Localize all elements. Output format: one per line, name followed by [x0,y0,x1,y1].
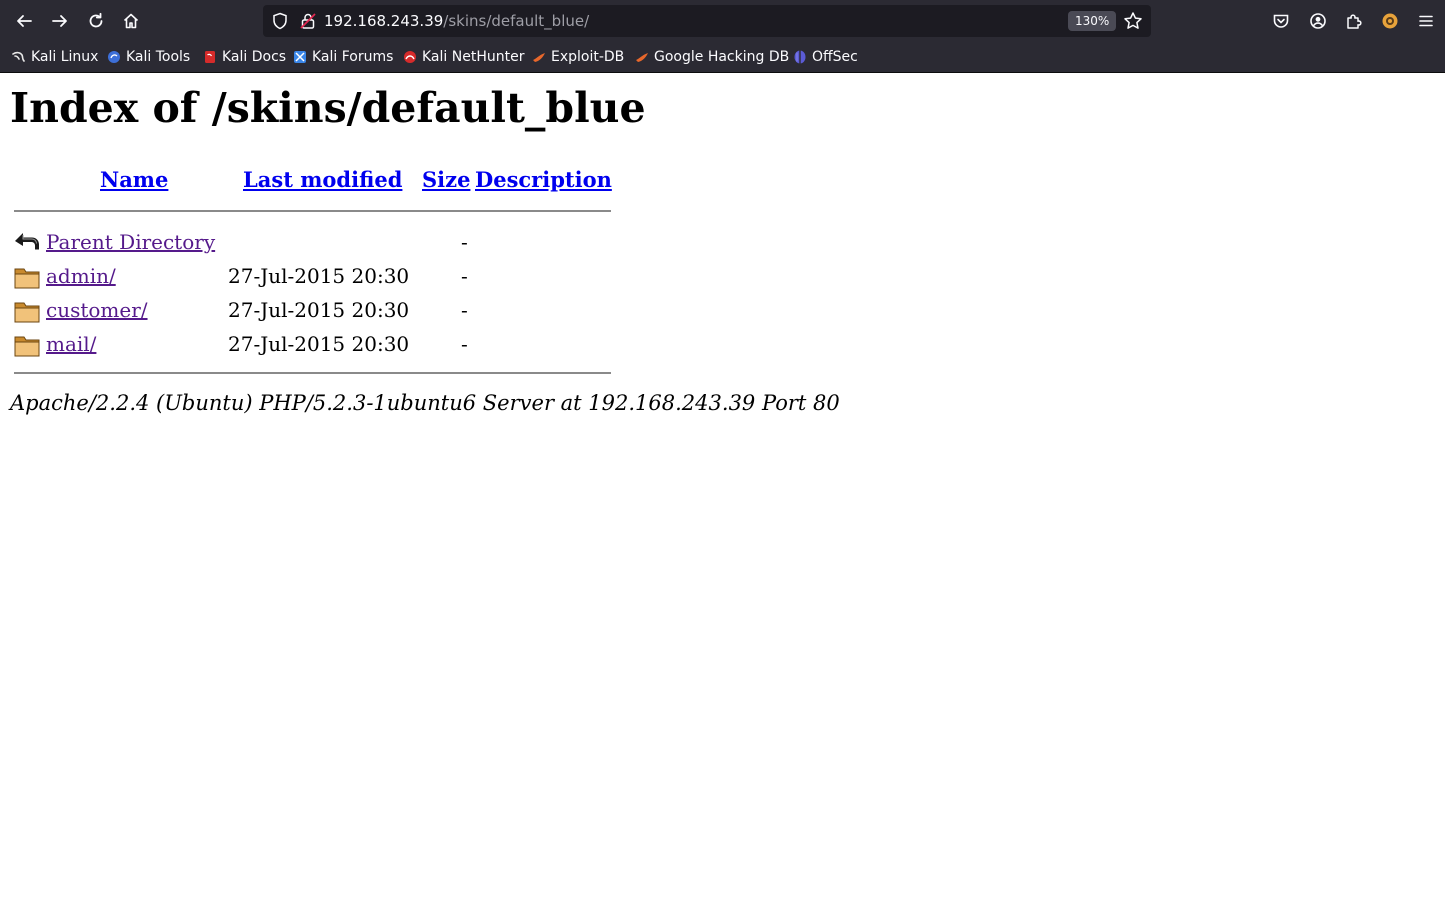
exploit-db-icon [533,53,545,62]
browser-toolbar: 192.168.243.39/skins/default_blue/ 130% [0,0,1445,42]
row-date: 27-Jul-2015 20:30 [228,332,410,356]
app-menu-button[interactable] [1410,5,1442,37]
row-size: - [461,332,468,356]
extensions-button[interactable] [1338,5,1370,37]
insecure-lock-icon[interactable] [299,12,317,30]
row-date: 27-Jul-2015 20:30 [228,298,410,322]
bookmark-star-icon[interactable] [1123,11,1143,31]
url-bar[interactable]: 192.168.243.39/skins/default_blue/ 130% [263,5,1151,37]
parent-directory-link[interactable]: Parent Directory [46,229,215,255]
folder-icon [14,336,40,357]
header-divider [14,210,611,212]
account-icon [1310,13,1326,29]
back-button[interactable] [8,5,40,37]
bookmark-offsec[interactable]: OffSec [793,42,858,72]
footer-divider [14,372,611,374]
kali-nethunter-icon [404,51,416,63]
customer-link[interactable]: customer/ [46,297,148,323]
forward-button[interactable] [44,5,76,37]
zoom-indicator[interactable]: 130% [1068,11,1117,31]
bookmark-label: Kali Linux [31,49,99,65]
url-text[interactable]: 192.168.243.39/skins/default_blue/ [324,5,589,37]
home-button[interactable] [115,5,147,37]
mail-link[interactable]: mail/ [46,331,96,357]
pocket-icon [1273,14,1289,28]
bookmark-label: Kali Tools [126,49,191,65]
google-hacking-db-icon [636,53,648,62]
back-icon [17,15,32,27]
bookmark-kali-forums[interactable]: Kali Forums [293,42,393,72]
page-title: Index of /skins/default_blue [10,84,646,132]
bookmark-exploit-db[interactable]: Exploit-DB [532,42,624,72]
kali-tools-icon [108,51,120,63]
bookmark-label: OffSec [812,49,858,65]
menu-icon [1419,15,1433,27]
pocket-button[interactable] [1265,5,1297,37]
row-size: - [461,298,468,322]
row-date: 27-Jul-2015 20:30 [228,264,410,288]
url-host: 192.168.243.39 [324,12,444,30]
admin-link[interactable]: admin/ [46,263,116,289]
folder-icon [14,268,40,289]
reload-button[interactable] [80,5,112,37]
bookmark-label: Exploit-DB [551,49,625,65]
column-header-last-modified[interactable]: Last modified [243,166,402,194]
reload-icon [89,12,103,28]
offsec-icon [794,50,806,64]
column-header-size[interactable]: Size [422,166,470,194]
bookmark-label: Kali Docs [222,49,287,65]
bookmark-google-hacking-db[interactable]: Google Hacking DB [635,42,789,72]
kali-linux-icon [12,51,25,62]
column-header-name[interactable]: Name [100,166,168,194]
kali-forums-icon [294,51,306,63]
bookmark-kali-tools[interactable]: Kali Tools [107,42,190,72]
column-header-description[interactable]: Description [475,166,612,194]
forward-icon [52,15,67,27]
kali-docs-icon [205,51,215,63]
bookmark-kali-nethunter[interactable]: Kali NetHunter [403,42,524,72]
extension-badge-button[interactable] [1374,5,1406,37]
bookmark-label: Google Hacking DB [654,49,790,65]
server-signature: Apache/2.2.4 (Ubuntu) PHP/5.2.3-1ubuntu6… [10,391,840,415]
bookmarks-toolbar: Kali Linux Kali Tools Kali Docs Kali For… [0,42,1445,73]
url-path: /skins/default_blue/ [443,12,590,30]
bookmark-kali-docs[interactable]: Kali Docs [203,42,286,72]
row-size: - [461,230,468,254]
extension-badge-icon [1382,13,1398,29]
parent-directory-icon [15,233,39,250]
home-icon [123,13,139,29]
account-button[interactable] [1302,5,1334,37]
extensions-icon [1347,14,1362,29]
bookmark-label: Kali NetHunter [422,49,525,65]
folder-icon [14,302,40,323]
row-size: - [461,264,468,288]
bookmark-label: Kali Forums [312,49,394,65]
tracking-protection-icon[interactable] [271,12,289,30]
bookmark-kali-linux[interactable]: Kali Linux [12,42,98,72]
